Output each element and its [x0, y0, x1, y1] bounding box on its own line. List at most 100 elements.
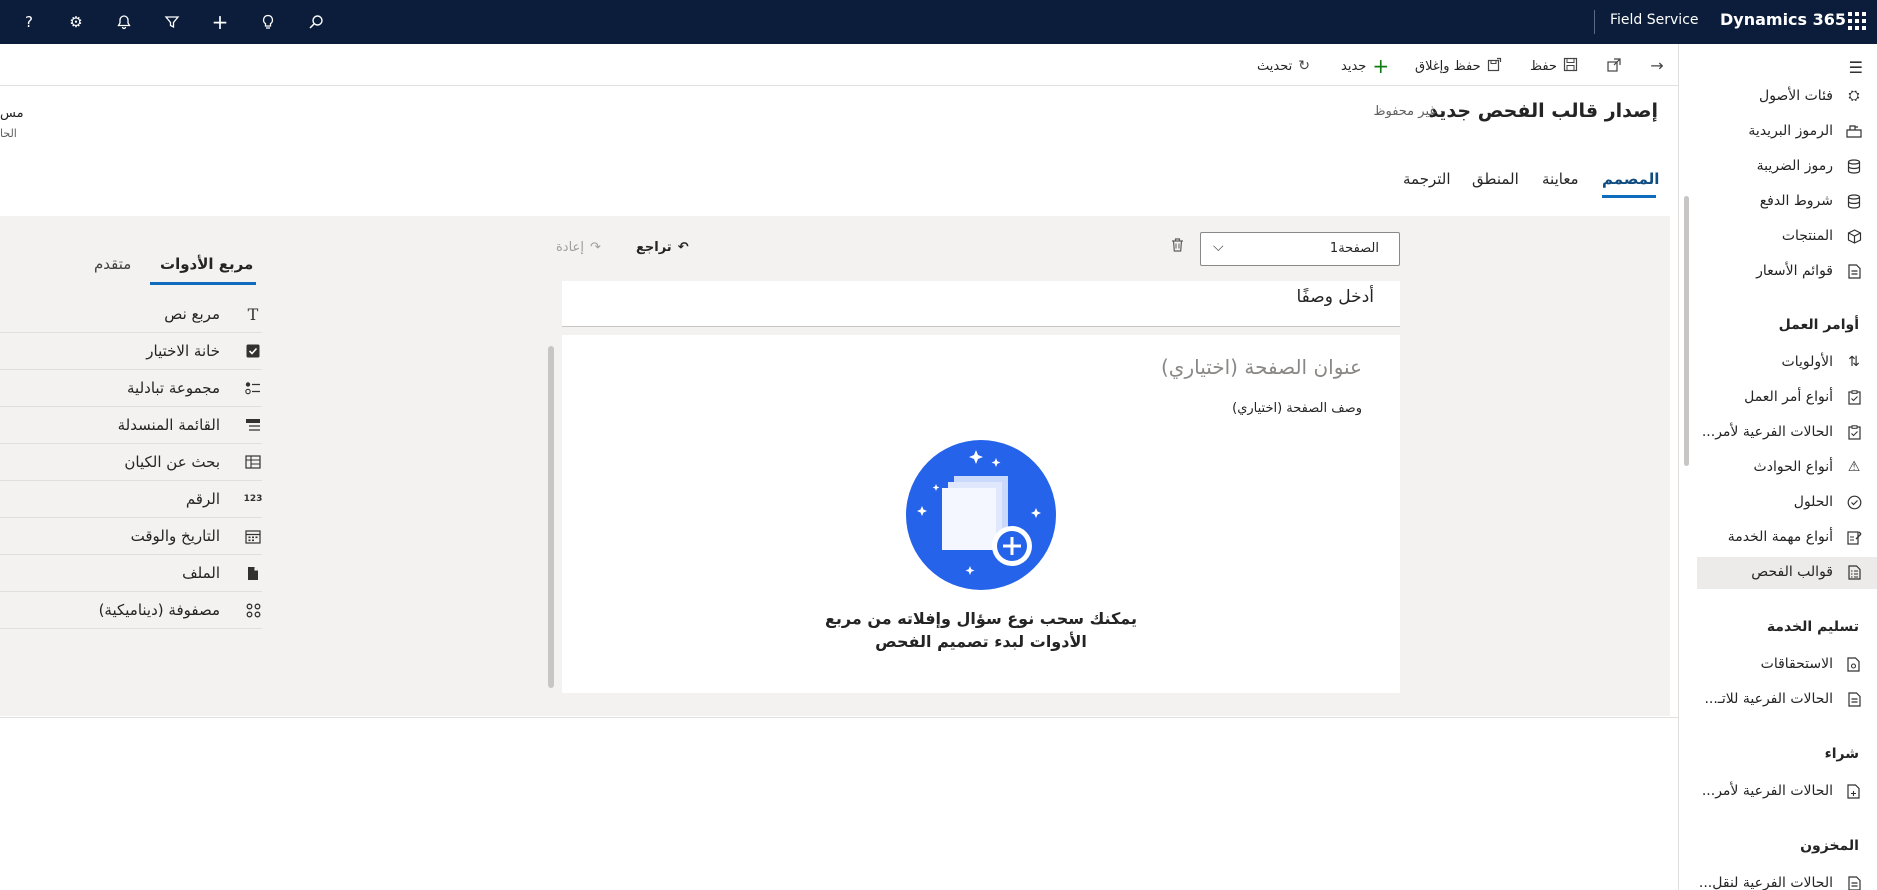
substatus-icon: [1845, 423, 1863, 441]
refresh-button[interactable]: ↻ تحديث: [1257, 55, 1310, 77]
sitemap-item-price-lists[interactable]: قوائم الأسعار: [1697, 256, 1877, 288]
gear-icon[interactable]: ⚙: [63, 9, 89, 35]
postal-code-icon: [1845, 122, 1863, 140]
radio-group-icon: [244, 379, 262, 397]
sitemap-item-work-order-substatuses[interactable]: الحالات الفرعية لأمر...: [1697, 417, 1877, 449]
sitemap-item-payment-terms[interactable]: شروط الدفع: [1697, 186, 1877, 218]
save-button[interactable]: حفظ: [1530, 55, 1578, 77]
tab-translation[interactable]: الترجمة: [1403, 170, 1451, 188]
sitemap-item-tax-codes[interactable]: رموز الضريبة: [1697, 151, 1877, 183]
priority-icon: ⇅: [1848, 354, 1860, 370]
sitemap-item-inspection-templates[interactable]: قوالب الفحص: [1697, 557, 1877, 589]
hamburger-menu-icon[interactable]: ☰: [1849, 58, 1863, 77]
save-status: - غير محفوظ: [1373, 104, 1445, 119]
refresh-label: تحديث: [1257, 58, 1293, 74]
search-icon[interactable]: [303, 9, 329, 35]
help-icon[interactable]: ?: [16, 9, 42, 35]
sitemap-group-purchase: شراء: [1824, 746, 1859, 762]
plus-icon[interactable]: +: [207, 9, 233, 35]
top-bar: ? ⚙ + Field Service Dynamics 365: [0, 0, 1877, 44]
asset-category-icon: ⛭: [1848, 88, 1860, 104]
sitemap-item-label: أنواع مهمة الخدمة: [1727, 529, 1833, 545]
open-new-window-icon[interactable]: [1603, 54, 1625, 76]
sitemap-item-label: الرموز البريدية: [1748, 123, 1833, 139]
page-title: إصدار قالب الفحص جديد: [1428, 100, 1658, 122]
waffle-icon[interactable]: [1848, 12, 1866, 30]
sitemap-scrollbar[interactable]: [1684, 196, 1689, 466]
tab-preview[interactable]: معاينة: [1542, 170, 1579, 188]
canvas-scrollbar[interactable]: [548, 346, 554, 688]
tool-item-file[interactable]: الملف: [0, 555, 262, 592]
sitemap-item-work-order-types[interactable]: أنواع أمر العمل: [1697, 382, 1877, 414]
resolution-icon: [1845, 493, 1863, 511]
back-arrow-icon[interactable]: →: [1646, 54, 1668, 76]
brand-title[interactable]: Dynamics 365: [1720, 10, 1846, 29]
sitemap-item-service-task-types[interactable]: أنواع مهمة الخدمة: [1697, 522, 1877, 554]
delete-page-icon[interactable]: [1170, 237, 1185, 257]
tab-designer[interactable]: المصمم: [1602, 170, 1659, 188]
payment-terms-icon: [1845, 192, 1863, 210]
sitemap-item-entitlements[interactable]: الاستحقاقات: [1697, 649, 1877, 681]
sitemap-item-agreement-substatuses[interactable]: الحالات الفرعية للاتـ...: [1697, 684, 1877, 716]
save-label: حفظ: [1530, 58, 1557, 74]
sitemap-item-resolutions[interactable]: الحلول: [1697, 487, 1877, 519]
page-description-field[interactable]: وصف الصفحة (اختياري): [1232, 401, 1362, 416]
sitemap-item-label: الحالات الفرعية لنقل...: [1698, 875, 1833, 890]
sitemap-item-label: الأولويات: [1781, 354, 1833, 370]
page-canvas[interactable]: عنوان الصفحة (اختياري) وصف الصفحة (اختيا…: [562, 335, 1400, 693]
redo-label: إعادة: [556, 240, 584, 255]
save-icon: [1563, 57, 1578, 76]
new-button[interactable]: + جديد: [1341, 55, 1389, 77]
bell-icon[interactable]: [111, 9, 137, 35]
undo-button[interactable]: ↶ تراجع: [636, 240, 689, 255]
lightbulb-icon[interactable]: [255, 9, 281, 35]
sitemap-item-transfer-substatuses[interactable]: الحالات الفرعية لنقل...: [1697, 868, 1877, 890]
tool-item-label: القائمة المنسدلة: [117, 416, 220, 434]
sitemap-item-priorities[interactable]: ⇅ الأولويات: [1697, 347, 1877, 379]
tool-item-number[interactable]: 123 الرقم: [0, 481, 262, 518]
tax-code-icon: [1845, 157, 1863, 175]
undo-label: تراجع: [636, 240, 672, 255]
redo-button[interactable]: ↷ إعادة: [556, 240, 601, 255]
sitemap-item-po-substatuses[interactable]: الحالات الفرعية لأمر...: [1697, 776, 1877, 808]
tool-item-text[interactable]: T مربع نص: [0, 296, 262, 333]
tool-item-entity-lookup[interactable]: بحث عن الكيان: [0, 444, 262, 481]
redo-icon: ↷: [589, 240, 601, 255]
text-icon: T: [247, 304, 259, 324]
tool-item-label: مصفوفة (ديناميكية): [98, 601, 220, 619]
sitemap-item-label: الحالات الفرعية للاتـ...: [1704, 691, 1833, 707]
tab-toolbox[interactable]: مربع الأدوات: [160, 255, 253, 273]
tool-item-radio-group[interactable]: مجموعة تبادلية: [0, 370, 262, 407]
work-order-type-icon: [1845, 388, 1863, 406]
tool-item-dropdown[interactable]: القائمة المنسدلة: [0, 407, 262, 444]
tool-item-matrix[interactable]: مصفوفة (ديناميكية): [0, 592, 262, 629]
sitemap-item-label: شروط الدفع: [1759, 193, 1833, 209]
save-close-button[interactable]: حفظ وإغلاق: [1415, 55, 1502, 77]
content-divider: [0, 717, 1678, 718]
tab-advanced[interactable]: متقدم: [94, 255, 131, 273]
sitemap-item-products[interactable]: المنتجات: [1697, 221, 1877, 253]
sitemap-item-incident-types[interactable]: ⚠ أنواع الحوادث: [1697, 452, 1877, 484]
tool-item-label: مجموعة تبادلية: [127, 379, 220, 397]
empty-state-message: يمكنك سحب نوع سؤال وإفلاته من مربع الأدو…: [781, 607, 1181, 653]
tab-logic[interactable]: المنطق: [1472, 170, 1519, 188]
active-tab-indicator: [1602, 195, 1656, 198]
tool-item-datetime[interactable]: التاريخ والوقت: [0, 518, 262, 555]
sitemap-item-asset-categories[interactable]: ⛭ فئات الأصول: [1697, 81, 1877, 113]
app-name[interactable]: Field Service: [1610, 12, 1699, 28]
page-title-field[interactable]: عنوان الصفحة (اختياري): [1161, 355, 1362, 379]
empty-state-illustration: [906, 440, 1056, 590]
tool-item-checkbox[interactable]: خانة الاختيار: [0, 333, 262, 370]
page-select-dropdown[interactable]: الصفحة1 ⌵: [1200, 232, 1400, 266]
filter-icon[interactable]: [159, 9, 185, 35]
sitemap-item-postal-codes[interactable]: الرموز البريدية: [1697, 116, 1877, 148]
entitlement-icon: [1845, 655, 1863, 673]
save-close-label: حفظ وإغلاق: [1415, 58, 1481, 74]
survey-description-field[interactable]: أدخل وصفًا: [562, 281, 1400, 327]
sitemap-item-label: رموز الضريبة: [1756, 158, 1833, 174]
sitemap-item-label: الاستحقاقات: [1760, 656, 1833, 672]
sitemap-item-label: الحلول: [1793, 494, 1833, 510]
tool-item-label: التاريخ والوقت: [130, 527, 220, 545]
file-icon: [244, 564, 262, 582]
matrix-icon: [244, 601, 262, 619]
